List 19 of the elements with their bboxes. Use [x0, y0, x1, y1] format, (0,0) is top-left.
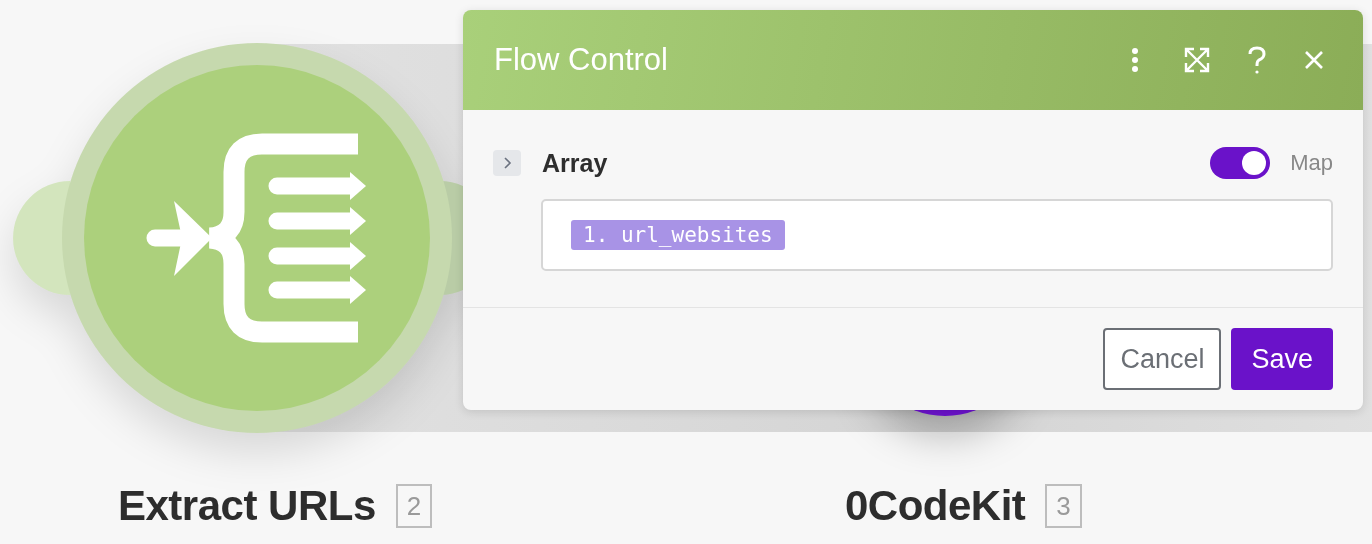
input-field[interactable]: 1. url_websites — [541, 199, 1333, 271]
save-button[interactable]: Save — [1231, 328, 1333, 390]
module-number: 2 — [395, 484, 433, 528]
flow-control-node[interactable] — [62, 43, 452, 433]
module-name: 0CodeKit — [845, 482, 1026, 530]
close-icon[interactable] — [1303, 49, 1325, 71]
map-switch[interactable] — [1210, 147, 1271, 179]
chevron-icon — [502, 156, 512, 170]
brace-arrows-icon — [146, 133, 366, 343]
cancel-button[interactable]: Cancel — [1103, 328, 1222, 390]
expand-toggle[interactable] — [493, 150, 521, 176]
switch-label: Map — [1290, 150, 1333, 176]
mapped-value-tag[interactable]: 1. url_websites — [571, 220, 785, 250]
dialog-title: Flow Control — [494, 42, 668, 78]
help-icon[interactable] — [1247, 45, 1267, 75]
module-name: Extract URLs — [118, 482, 376, 530]
field-label: Array — [542, 148, 608, 178]
module-number: 3 — [1045, 484, 1082, 528]
expand-icon[interactable] — [1183, 46, 1211, 74]
